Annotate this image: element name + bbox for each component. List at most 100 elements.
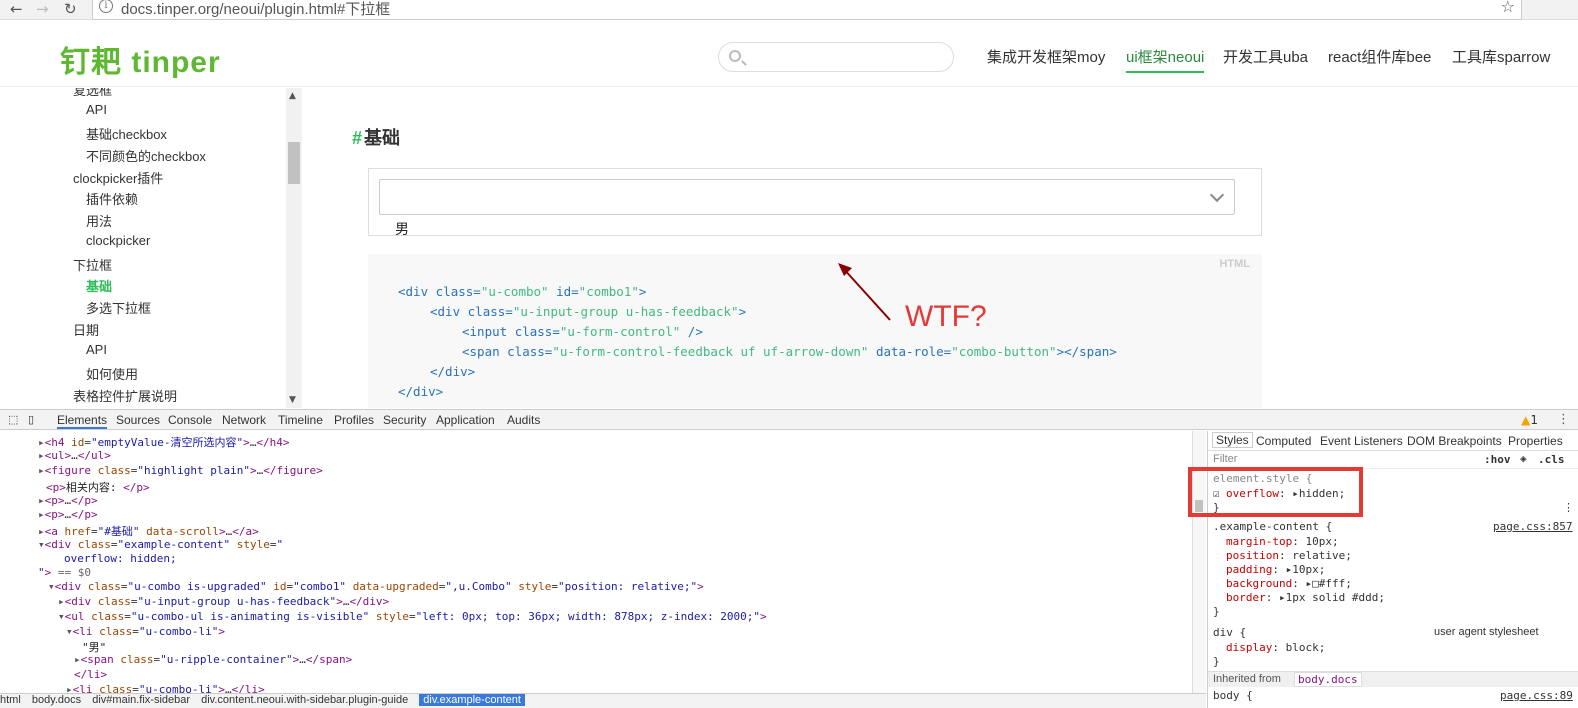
dom-node[interactable]: ▸<a href="#基础" data-scroll>…</a> — [38, 523, 259, 539]
dom-node[interactable]: ▸<ul>…</ul> — [38, 449, 111, 462]
tab-audits[interactable]: Audits — [507, 413, 540, 427]
tab-timeline[interactable]: Timeline — [278, 413, 323, 427]
tab-elements[interactable]: Elements — [57, 413, 108, 429]
hov-toggle[interactable]: :hov — [1484, 453, 1511, 466]
style-declaration[interactable]: background: ▸□#fff; — [1226, 577, 1352, 590]
reload-icon[interactable]: ↻ — [64, 0, 77, 18]
dom-node[interactable]: <p>相关内容: </p> — [46, 479, 150, 495]
tab-sources[interactable]: Sources — [116, 413, 160, 427]
rule-selector[interactable]: div { — [1213, 626, 1246, 639]
tab-properties[interactable]: Properties — [1508, 434, 1563, 448]
nav-neoui[interactable]: ui框架neoui — [1126, 46, 1205, 73]
inherited-node-link[interactable]: body.docs — [1294, 672, 1362, 687]
sidebar-item[interactable]: API — [86, 342, 107, 357]
breadcrumb-item[interactable]: body.docs — [32, 694, 81, 706]
style-declaration[interactable]: position: relative; — [1226, 549, 1352, 562]
code-line: </div> — [430, 364, 476, 379]
sidebar-item[interactable]: clockpicker插件 — [73, 168, 163, 187]
breadcrumb-item[interactable]: html — [0, 694, 21, 706]
tab-network[interactable]: Network — [222, 413, 266, 427]
tab-computed[interactable]: Computed — [1256, 434, 1311, 448]
inspect-icon[interactable]: ⬚ — [8, 413, 18, 426]
chevron-down-icon[interactable] — [1209, 187, 1225, 203]
nav-bee[interactable]: react组件库bee — [1328, 46, 1431, 67]
rule-source-link[interactable]: page.css:89 — [1500, 689, 1573, 702]
filter-label[interactable]: Filter — [1213, 453, 1237, 465]
dom-node[interactable]: ▾<ul class="u-combo-ul is-animating is-v… — [58, 610, 767, 623]
rule-selector[interactable]: body { — [1213, 689, 1253, 702]
sidebar-item[interactable]: 表格控件扩展说明 — [73, 386, 177, 405]
nav-moy[interactable]: 集成开发框架moy — [987, 46, 1105, 67]
tab-event-listeners[interactable]: Event Listeners — [1320, 434, 1403, 448]
site-logo[interactable]: 钉耙 tinper — [60, 37, 221, 81]
sidebar-item[interactable]: 复选框 — [73, 88, 112, 99]
site-search[interactable] — [718, 42, 954, 72]
sidebar-item[interactable]: 如何使用 — [86, 364, 138, 383]
sidebar-item[interactable]: 插件依赖 — [86, 189, 138, 208]
sidebar-item[interactable]: clockpicker — [86, 233, 150, 248]
info-icon[interactable]: i — [99, 0, 113, 13]
dom-node[interactable]: ▸<p>…</p> — [38, 494, 98, 507]
tab-security[interactable]: Security — [383, 413, 426, 427]
forward-icon[interactable]: → — [36, 0, 49, 18]
sidebar-scroll-thumb[interactable] — [288, 142, 300, 184]
sidebar-item[interactable]: 不同颜色的checkbox — [86, 146, 206, 165]
cls-toggle[interactable]: .cls — [1538, 453, 1565, 466]
sidebar-scrollbar[interactable] — [286, 88, 302, 408]
brace: } — [1213, 655, 1220, 668]
dom-node[interactable]: ▸<figure class="highlight plain">…</figu… — [38, 464, 323, 477]
back-icon[interactable]: ← — [10, 0, 23, 18]
more-icon[interactable]: ⋮ — [1563, 501, 1574, 514]
nav-uba[interactable]: 开发工具uba — [1223, 46, 1308, 67]
dom-node-selected[interactable]: ▾<div class="example-content" style=" — [38, 538, 283, 551]
doc-sidebar: 复选框 API 基础checkbox 不同颜色的checkbox clockpi… — [0, 88, 302, 408]
scroll-down-icon[interactable]: ▼ — [289, 395, 296, 405]
address-bar[interactable]: i docs.tinper.org/neoui/plugin.html#下拉框 … — [92, 0, 1522, 20]
style-declaration[interactable]: border: ▸1px solid #ddd; — [1226, 591, 1385, 604]
dom-node[interactable]: </li> — [74, 668, 107, 681]
url-text[interactable]: docs.tinper.org/neoui/plugin.html#下拉框 — [121, 0, 390, 19]
tab-console[interactable]: Console — [168, 413, 212, 427]
site-header: 钉耙 tinper 集成开发框架moy ui框架neoui 开发工具uba re… — [0, 27, 1578, 87]
rule-source-link[interactable]: page.css:857 — [1493, 520, 1572, 533]
dom-node[interactable]: ▸<p>…</p> — [38, 508, 98, 521]
combo-option[interactable]: 男 — [395, 219, 409, 235]
devtools-menu-icon[interactable]: ⋮ — [1557, 412, 1570, 427]
device-mode-icon[interactable]: ▯ — [28, 413, 34, 426]
elements-tree[interactable]: ▸<h4 id="emptyValue-清空所选内容">…</h4> ▸<ul>… — [0, 431, 1192, 693]
style-declaration[interactable]: margin-top: 10px; — [1226, 535, 1339, 548]
warning-count[interactable]: ▲1 — [1521, 413, 1538, 427]
breadcrumb-item[interactable]: div.content.neoui.with-sidebar.plugin-gu… — [201, 694, 408, 706]
search-input[interactable] — [749, 47, 944, 67]
dom-breadcrumbs: html body.docs div#main.fix-sidebar div.… — [0, 693, 1206, 708]
breadcrumb-item-active[interactable]: div.example-content — [419, 694, 525, 706]
breadcrumb-item[interactable]: div#main.fix-sidebar — [92, 694, 190, 706]
sidebar-item-active[interactable]: 基础 — [86, 276, 112, 295]
nav-sparrow[interactable]: 工具库sparrow — [1452, 46, 1550, 67]
dom-node[interactable]: ▸<li class="u-combo-li">…</li> — [66, 683, 265, 693]
sidebar-item[interactable]: 下拉框 — [73, 255, 112, 274]
sidebar-item[interactable]: 用法 — [86, 211, 112, 230]
sidebar-item[interactable]: 基础checkbox — [86, 124, 167, 143]
dom-node[interactable]: ▾<div class="u-combo is-upgraded" id="co… — [48, 580, 704, 593]
inherited-label: Inherited from — [1213, 673, 1281, 685]
tab-profiles[interactable]: Profiles — [334, 413, 374, 427]
rule-selector[interactable]: .example-content { — [1213, 520, 1332, 533]
dom-node[interactable]: ▸<span class="u-ripple-container">…</spa… — [74, 653, 352, 666]
tab-dom-breakpoints[interactable]: DOM Breakpoints — [1407, 434, 1502, 448]
anchor-hash[interactable]: # — [352, 128, 362, 148]
tab-styles[interactable]: Styles — [1212, 432, 1253, 448]
combo-select[interactable] — [379, 179, 1235, 215]
dom-node[interactable]: ▸<h4 id="emptyValue-清空所选内容">…</h4> — [38, 434, 289, 450]
tab-application[interactable]: Application — [436, 413, 495, 427]
sidebar-item[interactable]: 多选下拉框 — [86, 298, 151, 317]
scroll-up-icon[interactable]: ▲ — [289, 91, 296, 101]
code-line: <input class="u-form-control" /> — [462, 324, 703, 339]
style-declaration[interactable]: padding: ▸10px; — [1226, 563, 1325, 576]
bookmark-star-icon[interactable]: ☆ — [1501, 0, 1515, 16]
sidebar-item[interactable]: API — [86, 102, 107, 117]
dom-node[interactable]: ▾<li class="u-combo-li"> — [66, 625, 225, 638]
color-format-icon[interactable]: ◈ — [1520, 452, 1527, 465]
sidebar-item[interactable]: 日期 — [73, 320, 99, 339]
dom-node[interactable]: ▸<div class="u-input-group u-has-feedbac… — [58, 595, 389, 608]
